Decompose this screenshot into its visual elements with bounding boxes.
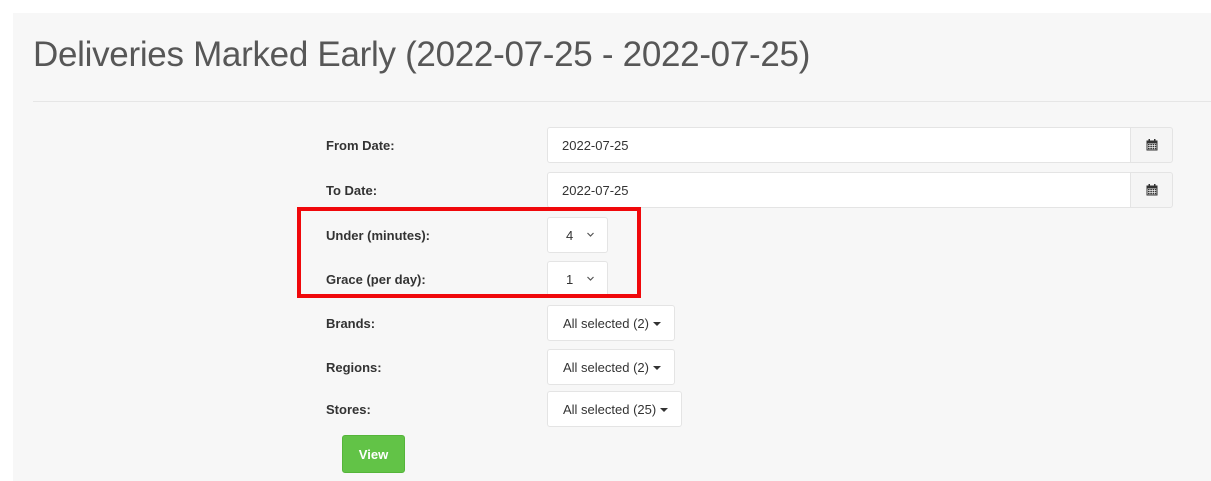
chevron-down-icon [587, 232, 594, 237]
brands-value: All selected (2) [563, 315, 649, 331]
report-panel: Deliveries Marked Early (2022-07-25 - 20… [13, 13, 1211, 481]
chevron-down-icon [587, 276, 594, 281]
title-divider [33, 101, 1211, 102]
brands-multiselect[interactable]: All selected (2) [547, 305, 675, 341]
to-date-calendar-button[interactable] [1130, 172, 1173, 208]
caret-down-icon [652, 322, 661, 326]
calendar-icon [1146, 139, 1157, 151]
under-minutes-label: Under (minutes): [326, 228, 430, 243]
grace-per-day-select[interactable]: 1 [547, 261, 608, 297]
page-title: Deliveries Marked Early (2022-07-25 - 20… [33, 35, 811, 74]
stores-label: Stores: [326, 402, 371, 417]
caret-down-icon [660, 408, 669, 412]
regions-label: Regions: [326, 360, 382, 375]
stores-multiselect[interactable]: All selected (25) [547, 391, 683, 427]
view-button[interactable]: View [342, 435, 405, 473]
from-date-label: From Date: [326, 138, 395, 153]
to-date-group [547, 172, 1173, 208]
to-date-label: To Date: [326, 183, 378, 198]
brands-label: Brands: [326, 316, 376, 331]
grace-per-day-value: 1 [566, 271, 574, 287]
regions-value: All selected (2) [563, 359, 649, 375]
calendar-icon [1146, 184, 1157, 196]
to-date-input[interactable] [547, 172, 1130, 208]
stores-value: All selected (25) [563, 401, 657, 417]
from-date-calendar-button[interactable] [1130, 127, 1173, 163]
caret-down-icon [652, 366, 661, 370]
regions-multiselect[interactable]: All selected (2) [547, 349, 675, 385]
from-date-group [547, 127, 1173, 163]
grace-per-day-label: Grace (per day): [326, 272, 426, 287]
under-minutes-select[interactable]: 4 [547, 217, 608, 253]
from-date-input[interactable] [547, 127, 1130, 163]
under-minutes-value: 4 [566, 227, 574, 243]
